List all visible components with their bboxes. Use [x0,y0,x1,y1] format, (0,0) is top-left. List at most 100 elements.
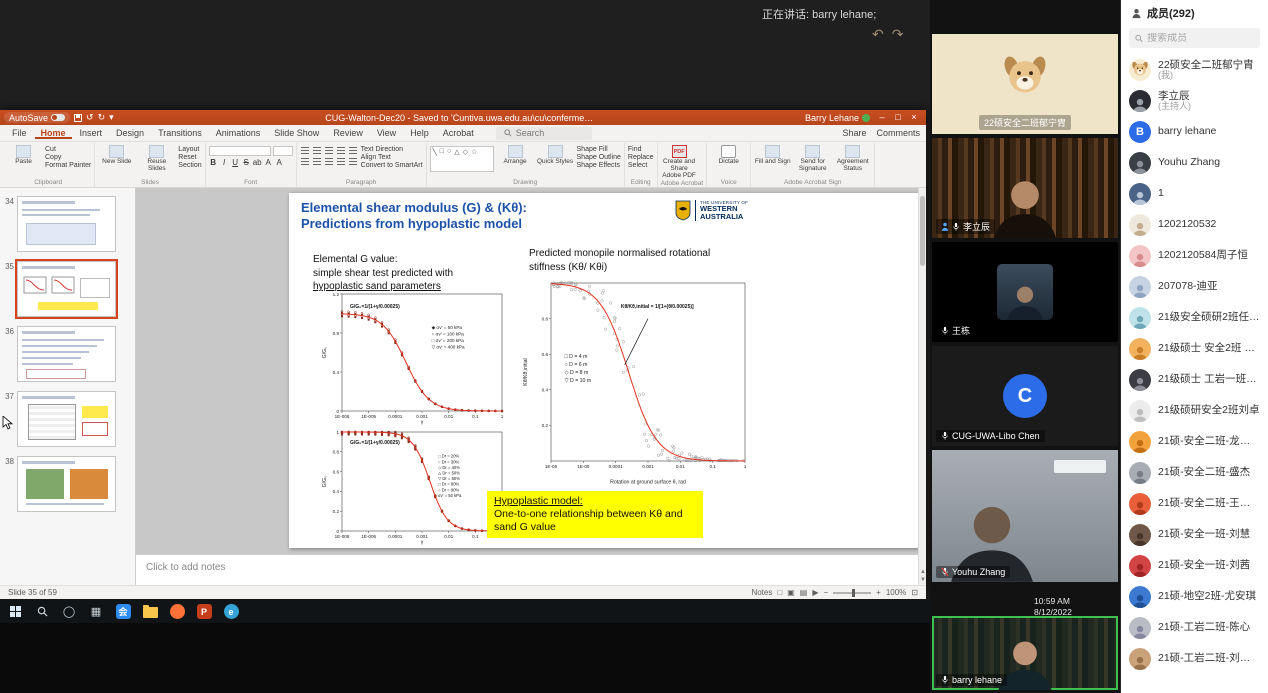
member-row-1[interactable]: 1 [1121,178,1268,209]
reset-button[interactable]: Reset [178,154,201,161]
video-tile-[interactable]: 王栋 [932,242,1118,342]
quick-styles-button[interactable]: Quick Styles [537,144,574,166]
member-row-21[interactable]: 21级硕士 工岩一班张依杰 [1121,364,1268,395]
video-tile-youhu-zhang[interactable]: Youhu Zhang [932,450,1118,582]
left-caption[interactable]: Elemental G value: simple shear test pre… [313,253,453,294]
tab-slide-show[interactable]: Slide Show [268,127,325,139]
copy-button[interactable]: Copy [45,154,91,161]
new-slide-button[interactable]: New Slide [98,144,135,166]
convert-to-smartart-button[interactable]: Convert to SmartArt [361,162,423,169]
format-painter-button[interactable]: Format Painter [45,162,91,169]
member-row-21[interactable]: 21硕-安全一班-刘慧 [1121,519,1268,550]
member-row-member[interactable]: 李立辰(主持人) [1121,85,1268,116]
tab-animations[interactable]: Animations [210,127,267,139]
member-row-1202120584[interactable]: 1202120584周子恒 [1121,240,1268,271]
share-button[interactable]: Share [842,128,866,138]
member-row-21-2[interactable]: 21级硕研安全2班刘卓 [1121,395,1268,426]
paragraph-tool-button[interactable] [336,146,346,155]
font-tool-button[interactable]: A [264,158,273,167]
member-row-21[interactable]: 21硕-安全二班-盛杰 [1121,457,1268,488]
prev-slide-icon[interactable]: ▲ [919,569,927,575]
reading-view-icon[interactable]: ▤ [800,588,808,597]
shape-icon[interactable]: △ [454,148,459,156]
tab-design[interactable]: Design [110,127,150,139]
align-text-button[interactable]: Align Text [361,154,423,161]
autosave-toggle[interactable]: AutoSave [4,112,70,123]
account-chip[interactable]: Barry Lehane [805,113,870,123]
member-row-21-2[interactable]: 21级硕士 安全2班 姚瑞 [1121,333,1268,364]
comments-button[interactable]: Comments [876,128,920,138]
layout-button[interactable]: Layout [178,146,201,153]
paragraph-tool-button[interactable] [300,146,310,155]
member-row-1202120532[interactable]: 1202120532 [1121,209,1268,240]
send-for-signature-button[interactable]: Send for Signature [794,144,831,173]
select-button[interactable]: Select [628,162,654,169]
find-button[interactable]: Find [628,146,654,153]
slide-thumbnail-38[interactable]: 38 [2,456,132,512]
dictate-button[interactable]: Dictate [710,144,747,166]
create-and-share-adobe-pdf-button[interactable]: Create and Share Adobe PDF [661,144,698,179]
undo-icon[interactable]: ↺ [86,112,94,123]
slide-title[interactable]: Elemental shear modulus (G) & (Kθ): Pred… [301,200,669,233]
maximize-button[interactable]: □ [890,110,906,125]
paragraph-tool-button[interactable] [312,146,322,155]
normal-view-icon[interactable]: □ [777,588,782,597]
slide-canvas[interactable]: Elemental shear modulus (G) & (Kθ): Pred… [289,193,920,548]
vertical-scrollbar[interactable]: ▲ ▼ [918,188,926,585]
fill-and-sign-button[interactable]: Fill and Sign [754,144,791,166]
video-tile-[interactable]: 李立辰 [932,138,1118,238]
redo-icon[interactable]: ↻ [98,112,106,123]
member-row-barry-lehane[interactable]: Bbarry lehane [1121,116,1268,147]
font-tool-button[interactable]: ab [253,158,262,167]
member-row-21[interactable]: 21硕-工岩二班-陈心 [1121,612,1268,643]
font-tool-button[interactable]: A [275,158,284,167]
paragraph-tool-button[interactable] [348,146,358,155]
taskbar-powerpoint-icon[interactable]: P [192,600,216,623]
shapes-gallery[interactable]: ╲□○△◇☆ [430,146,494,172]
slide-sorter-icon[interactable]: ▣ [787,588,795,597]
qat-dropdown-icon[interactable]: ▾ [109,112,114,123]
member-row-21[interactable]: 21硕-安全二班-龙镜元 [1121,426,1268,457]
reuse-slides-button[interactable]: Reuse Slides [138,144,175,173]
shape-outline-button[interactable]: Shape Outline [577,154,621,161]
paragraph-tool-button[interactable] [324,157,334,166]
slide-thumbnail-35[interactable]: 35 [2,261,132,317]
paragraph-tool-button[interactable] [336,157,346,166]
slideshow-icon[interactable]: ▶ [812,588,818,597]
save-icon[interactable] [74,114,82,122]
slide-thumbnail-37[interactable]: 37 [2,391,132,447]
tab-review[interactable]: Review [327,127,369,139]
paste-button[interactable]: Paste [5,144,42,166]
u-format-button[interactable]: U [231,158,240,167]
taskbar-file-explorer-icon[interactable] [138,600,162,623]
zoom-in-icon[interactable]: + [876,588,881,597]
agreement-status-button[interactable]: Agreement Status [834,144,871,173]
member-row-youhu-zhang[interactable]: Youhu Zhang [1121,147,1268,178]
taskbar-firefox-icon[interactable] [165,600,189,623]
tab-insert[interactable]: Insert [74,127,109,139]
close-button[interactable]: × [906,110,922,125]
highlight-box[interactable]: Hypoplastic model: One-to-one relationsh… [487,491,703,538]
zoom-level[interactable]: 100% [886,588,906,597]
zoom-slider[interactable] [833,592,871,594]
chart-elemental-g-bottom[interactable]: 1E-0081E-0060.00010.0010.010.1110.80.60.… [320,429,506,545]
member-row-21[interactable]: 21硕-工岩二班-刘金晨 [1121,643,1268,674]
member-row-21[interactable]: 21硕-安全一班-刘茜 [1121,550,1268,581]
chart-monopile-stiffness[interactable]: 1E-061E-050.00010.0010.010.110.80.60.40.… [521,279,751,485]
tab-help[interactable]: Help [404,127,435,139]
chart-elemental-g-top[interactable]: 1E-0061E-0050.00010.0010.010.111.20.80.4… [320,291,506,425]
i-format-button[interactable]: I [220,158,229,167]
shape-icon[interactable]: ☆ [471,148,477,156]
shape-fill-button[interactable]: Shape Fill [577,146,621,153]
member-row-21-2[interactable]: 21硕-地空2班-尤安琪 [1121,581,1268,612]
paragraph-tool-button[interactable] [300,157,310,166]
minimize-button[interactable]: – [874,110,890,125]
notes-pane[interactable]: Click to add notes [136,554,918,585]
tab-home[interactable]: Home [35,127,72,139]
tab-transitions[interactable]: Transitions [152,127,208,139]
member-row-21-2[interactable]: 21级安全硕研2班任代维 [1121,302,1268,333]
section-button[interactable]: Section [178,162,201,169]
member-row-22[interactable]: 22硕安全二班郁宁胄(我) [1121,54,1268,85]
arrange-button[interactable]: Arrange [497,144,534,166]
shape-effects-button[interactable]: Shape Effects [577,162,621,169]
